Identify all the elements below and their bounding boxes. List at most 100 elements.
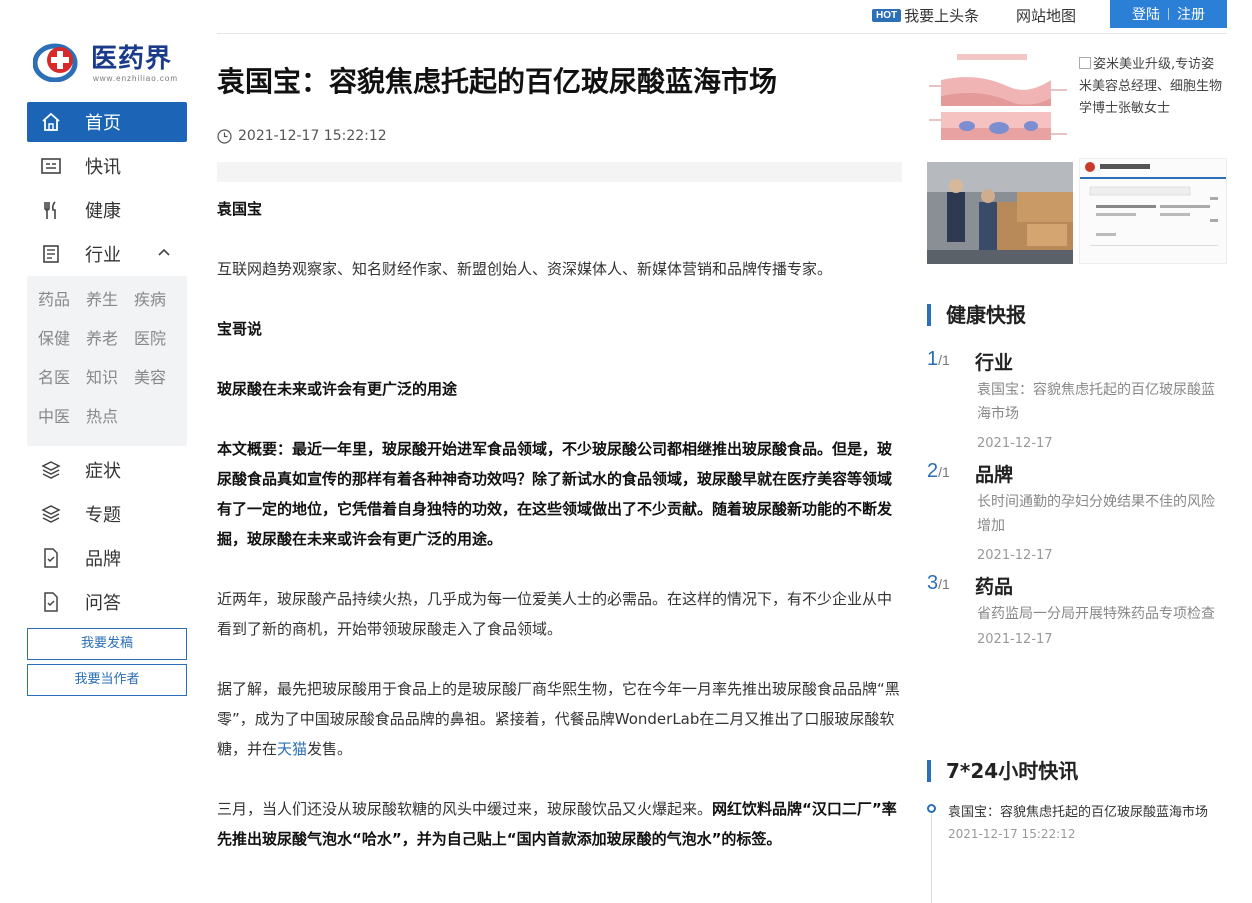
flash-category[interactable]: 药品 xyxy=(975,572,1013,599)
nav-item-jiankang[interactable]: 健康 xyxy=(27,188,187,232)
thumbnail-alt-text: 姿米美业升级,专访姿米美容总经理、细胞生物学博士张敏女士 xyxy=(1079,57,1223,116)
flash-category[interactable]: 品牌 xyxy=(975,460,1013,487)
flash-text[interactable]: 省药监局一分局开展特殊药品专项检查 xyxy=(977,602,1222,626)
left-nav: 首页 快讯 健康 行业 药品 养生 疾病 保健 养老 医院 名医 知识 美容 中… xyxy=(27,102,187,696)
submenu-item[interactable]: 热点 xyxy=(86,403,134,442)
submenu-item[interactable]: 保健 xyxy=(38,325,86,364)
article-title: 袁国宝：容貌焦虑托起的百亿玻尿酸蓝海市场 xyxy=(217,65,778,98)
submit-article-button[interactable]: 我要发稿 xyxy=(27,628,187,660)
flash-rank-total: /1 xyxy=(938,576,950,592)
utensils-icon xyxy=(39,198,63,222)
flash-rank: 2/1 xyxy=(927,460,950,483)
logo-name: 医药界 xyxy=(91,44,173,74)
document-thumbnail[interactable] xyxy=(1079,158,1227,264)
nav-label-pinpai: 品牌 xyxy=(85,549,121,570)
medical-cross-logo-icon xyxy=(33,43,78,82)
news-24h-section: 7*24小时快讯 袁国宝：容貌焦虑托起的百亿玻尿酸蓝海市场 2021-12-17… xyxy=(927,760,1227,903)
article-paragraph: 据了解，最先把玻尿酸用于食品上的是玻尿酸厂商华熙生物，它在今年一月率先推出玻尿酸… xyxy=(217,674,902,764)
nav-item-zhengzhuang[interactable]: 症状 xyxy=(27,448,187,492)
flash-text[interactable]: 袁国宝：容貌焦虑托起的百亿玻尿酸蓝海市场 xyxy=(977,378,1222,426)
submenu-item[interactable]: 美容 xyxy=(134,364,182,403)
paragraph-text: 发售。 xyxy=(307,740,353,758)
clock-icon xyxy=(217,128,232,144)
news-24h-title: 7*24小时快讯 xyxy=(927,760,1227,782)
chevron-up-icon[interactable] xyxy=(157,246,171,260)
nav-item-zhuanti[interactable]: 专题 xyxy=(27,492,187,536)
government-notice-image xyxy=(1080,159,1226,263)
login-button[interactable]: 登陆 xyxy=(1124,4,1168,24)
section-label: 宝哥说 xyxy=(217,320,263,338)
news-text[interactable]: 袁国宝：容貌焦虑托起的百亿玻尿酸蓝海市场 xyxy=(948,800,1227,825)
hot-badge: HOT xyxy=(872,8,902,22)
news-date: 2021-12-17 15:22:12 xyxy=(948,827,1076,841)
auth-box: 登陆 注册 xyxy=(1110,0,1227,28)
nav-item-hangye[interactable]: 行业 xyxy=(27,232,187,276)
tmall-link[interactable]: 天猫 xyxy=(277,740,307,758)
submenu-item[interactable]: 中医 xyxy=(38,403,86,442)
submenu-item[interactable]: 养生 xyxy=(86,286,134,325)
flash-item[interactable]: 2/1 品牌 长时间通勤的孕妇分娩结果不佳的风险增加 2021-12-17 xyxy=(927,460,1227,572)
article-paragraph: 近两年，玻尿酸产品持续火热，几乎成为每一位爱美人士的必需品。在这样的情况下，有不… xyxy=(217,590,893,638)
skin-layers-image xyxy=(927,50,1073,154)
headline-link[interactable]: HOT 我要上头条 xyxy=(872,6,980,25)
skin-diagram-thumbnail[interactable] xyxy=(927,50,1073,154)
flash-item[interactable]: 3/1 药品 省药监局一分局开展特殊药品专项检查 2021-12-17 xyxy=(927,572,1227,684)
flash-date: 2021-12-17 xyxy=(977,548,1053,563)
broken-image-icon xyxy=(1079,57,1091,69)
author-name: 袁国宝 xyxy=(217,200,263,218)
headline-link-text: 我要上头条 xyxy=(904,6,980,25)
submenu-item[interactable]: 医院 xyxy=(134,325,182,364)
logo-url: www.enzhiliao.com xyxy=(93,74,179,83)
register-button[interactable]: 注册 xyxy=(1169,4,1213,24)
nav-item-home[interactable]: 首页 xyxy=(27,102,187,142)
sitemap-link[interactable]: 网站地图 xyxy=(1016,5,1076,26)
inspection-photo-thumbnail[interactable] xyxy=(927,162,1073,264)
newsletter-icon xyxy=(39,154,63,178)
flash-rank-total: /1 xyxy=(938,464,950,480)
article-paragraph: 三月，当人们还没从玻尿酸软糖的风头中缓过来，玻尿酸饮品又火爆起来。网红饮料品牌“… xyxy=(217,794,902,854)
article-subtitle: 玻尿酸在未来或许会有更广泛的用途 xyxy=(217,380,458,398)
article-datetime: 2021-12-17 15:22:12 xyxy=(238,128,387,144)
nav-label-zhuanti: 专题 xyxy=(85,505,121,526)
nav-label-home: 首页 xyxy=(85,113,121,134)
site-logo[interactable]: 医药界 www.enzhiliao.com xyxy=(33,36,183,86)
nav-label-zhengzhuang: 症状 xyxy=(85,461,121,482)
flash-rank-total: /1 xyxy=(938,352,950,368)
nav-label-jiankang: 健康 xyxy=(85,201,121,222)
submenu-item[interactable]: 名医 xyxy=(38,364,86,403)
feature-thumbnails: 姿米美业升级,专访姿米美容总经理、细胞生物学博士张敏女士 xyxy=(927,50,1227,270)
flash-category[interactable]: 行业 xyxy=(975,348,1013,375)
submenu-item[interactable]: 药品 xyxy=(38,286,86,325)
article-header-bar xyxy=(217,162,902,182)
hangye-submenu: 药品 养生 疾病 保健 养老 医院 名医 知识 美容 中医 热点 xyxy=(27,276,187,446)
author-bio: 互联网趋势观察家、知名财经作家、新盟创始人、资深媒体人、新媒体营销和品牌传播专家… xyxy=(217,260,833,278)
file-check-icon xyxy=(39,546,63,570)
interview-thumbnail[interactable]: 姿米美业升级,专访姿米美容总经理、细胞生物学博士张敏女士 xyxy=(1079,54,1227,150)
document-icon xyxy=(39,242,63,266)
article: 袁国宝：容貌焦虑托起的百亿玻尿酸蓝海市场 2021-12-17 15:22:12… xyxy=(217,62,902,854)
flash-rank-number: 3 xyxy=(927,572,939,594)
submenu-item[interactable]: 养老 xyxy=(86,325,134,364)
nav-item-wenda[interactable]: 问答 xyxy=(27,580,187,624)
flash-text[interactable]: 长时间通勤的孕妇分娩结果不佳的风险增加 xyxy=(977,490,1222,538)
news-item[interactable]: 袁国宝：容貌焦虑托起的百亿玻尿酸蓝海市场 2021-12-17 15:22:12 xyxy=(927,800,1227,903)
nav-item-pinpai[interactable]: 品牌 xyxy=(27,536,187,580)
health-flash-title: 健康快报 xyxy=(927,304,1227,326)
timeline-line xyxy=(931,814,932,903)
flash-rank: 1/1 xyxy=(927,348,950,371)
inspection-photo xyxy=(927,162,1073,264)
nav-item-kuaixun[interactable]: 快讯 xyxy=(27,144,187,188)
flash-date: 2021-12-17 xyxy=(977,436,1053,451)
nav-label-wenda: 问答 xyxy=(85,593,121,614)
flash-item[interactable]: 1/1 行业 袁国宝：容貌焦虑托起的百亿玻尿酸蓝海市场 2021-12-17 xyxy=(927,348,1227,460)
submenu-item[interactable]: 疾病 xyxy=(134,286,182,325)
top-bar: HOT 我要上头条 网站地图 登陆 注册 xyxy=(217,0,1227,34)
flash-date: 2021-12-17 xyxy=(977,632,1053,647)
become-author-button[interactable]: 我要当作者 xyxy=(27,664,187,696)
layers-icon xyxy=(39,502,63,526)
article-time: 2021-12-17 15:22:12 xyxy=(217,126,902,146)
flash-rank-number: 1 xyxy=(927,348,939,370)
submenu-item[interactable]: 知识 xyxy=(86,364,134,403)
paragraph-text: 三月，当人们还没从玻尿酸软糖的风头中缓过来，玻尿酸饮品又火爆起来。 xyxy=(217,800,713,818)
nav-label-kuaixun: 快讯 xyxy=(85,157,121,178)
